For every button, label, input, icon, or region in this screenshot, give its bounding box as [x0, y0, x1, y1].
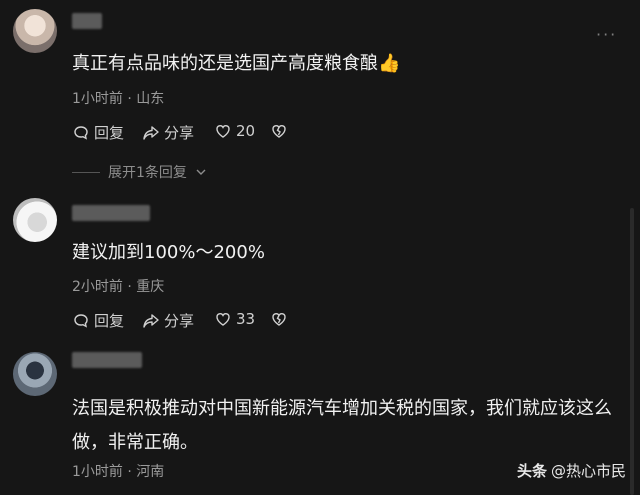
- share-label: 分享: [164, 312, 195, 330]
- share-label: 分享: [164, 124, 195, 142]
- scrollbar[interactable]: [630, 208, 634, 495]
- reply-button[interactable]: 回复: [72, 310, 124, 331]
- share-button[interactable]: 分享: [142, 310, 194, 331]
- comment-meta: 1小时前 · 河南: [72, 464, 165, 480]
- username[interactable]: [72, 13, 102, 29]
- dislike-button[interactable]: [270, 310, 288, 328]
- username[interactable]: [72, 205, 150, 221]
- comment-meta: 2小时前 · 重庆: [72, 279, 165, 295]
- expand-divider: [72, 171, 100, 173]
- share-arrow-icon: [143, 125, 159, 140]
- share-button[interactable]: 分享: [142, 122, 194, 143]
- heart-icon: [216, 313, 230, 326]
- dislike-button[interactable]: [270, 122, 288, 140]
- expand-label: 展开1条回复: [108, 165, 187, 181]
- chevron-down-icon: [196, 169, 206, 175]
- comment-text-body: 真正有点品味的还是选国产高度粮食酿: [72, 53, 378, 74]
- reply-label: 回复: [94, 312, 125, 330]
- watermark-handle: @热心市民: [550, 462, 626, 480]
- like-button[interactable]: 33: [214, 310, 255, 328]
- like-count: 33: [236, 310, 256, 328]
- comment-meta: 1小时前 · 山东: [72, 91, 165, 107]
- comment-text: 真正有点品味的还是选国产高度粮食酿👍: [72, 52, 400, 76]
- broken-heart-icon: [272, 125, 286, 138]
- username[interactable]: [72, 352, 142, 368]
- watermark-brand: 头条: [516, 462, 547, 480]
- comment-text: 法国是积极推动对中国新能源汽车增加关税的国家，我们就应该这么做，非常正确。: [72, 398, 612, 453]
- avatar[interactable]: [13, 9, 57, 53]
- broken-heart-icon: [272, 313, 286, 326]
- avatar[interactable]: [13, 352, 57, 396]
- comment-bubble-icon: [74, 313, 88, 328]
- reply-button[interactable]: 回复: [72, 122, 124, 143]
- like-button[interactable]: 20: [214, 122, 255, 140]
- expand-replies-button[interactable]: 展开1条回复: [72, 162, 207, 182]
- thumbs-up-emoji: 👍: [378, 53, 401, 74]
- more-dots-icon[interactable]: ···: [596, 27, 620, 43]
- heart-icon: [216, 125, 230, 138]
- comment-text: 建议加到100%～200%: [72, 242, 265, 263]
- share-arrow-icon: [143, 313, 159, 328]
- avatar[interactable]: [13, 198, 57, 242]
- comment-bubble-icon: [74, 125, 88, 140]
- watermark: 头条 @热心市民: [517, 460, 626, 481]
- reply-label: 回复: [94, 124, 125, 142]
- like-count: 20: [236, 122, 256, 140]
